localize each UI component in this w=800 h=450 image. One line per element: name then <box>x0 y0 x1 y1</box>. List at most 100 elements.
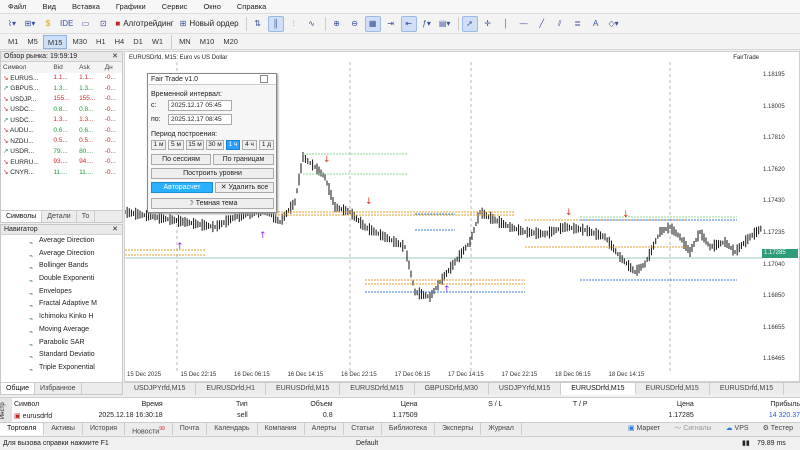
new-order-button[interactable]: ⊞ Новый ордер <box>178 16 241 32</box>
period-1m-button[interactable]: 1 м <box>151 140 166 150</box>
menu-insert[interactable]: Вставка <box>64 0 108 14</box>
chart-tab[interactable]: EURUSDrfd,M15 <box>710 383 785 395</box>
column-header[interactable]: Тип <box>163 399 248 410</box>
horizontal-line-icon[interactable]: — <box>516 16 532 32</box>
tab-library[interactable]: Библиотека <box>382 423 435 435</box>
tab-trade[interactable]: Торговля <box>0 423 45 435</box>
tab-mail[interactable]: Почта <box>173 423 208 435</box>
tab-alerts[interactable]: Алерты <box>305 423 345 435</box>
menu-window[interactable]: Окно <box>195 0 228 14</box>
candle-chart-icon[interactable]: ⫶ <box>286 16 302 32</box>
bar-chart-icon[interactable]: ║ <box>267 15 284 32</box>
text-icon[interactable]: A <box>588 16 604 32</box>
tab-common[interactable]: Общие <box>1 383 36 394</box>
to-date-input[interactable]: 2025.12.17 08:45 <box>168 114 232 125</box>
column-header[interactable]: Объем <box>248 399 332 410</box>
market-icon[interactable]: ⊡ <box>95 16 111 32</box>
tf-h4[interactable]: H4 <box>111 35 129 49</box>
column-header[interactable]: Дн <box>102 62 122 73</box>
autoscroll-icon[interactable]: ⇥ <box>383 16 399 32</box>
tab-symbols[interactable]: Символы <box>1 211 43 222</box>
table-row[interactable]: ↗ USDC... 1.3... 1.3... -0... <box>1 115 122 126</box>
chart-tab[interactable]: GBPUSDrfd,M30 <box>415 383 489 395</box>
tab-company[interactable]: Компания <box>258 423 305 435</box>
tab-journal[interactable]: Журнал <box>481 423 522 435</box>
depth-icon[interactable]: ⇅ <box>250 16 266 32</box>
tf-m1[interactable]: M1 <box>4 35 22 49</box>
chart-tab[interactable]: EURUSDrfd,M15 <box>636 383 710 395</box>
menu-view[interactable]: Вид <box>34 0 64 14</box>
column-header[interactable]: Цена <box>333 399 418 410</box>
navigator-item[interactable]: ⌁ Envelopes <box>1 286 122 299</box>
fibonacci-icon[interactable]: ≣ <box>570 16 586 32</box>
signals-button[interactable]: 〜 Сигналы <box>667 423 718 435</box>
line-chart-icon[interactable]: ∿ <box>304 16 320 32</box>
table-row[interactable]: ↘ USDJP... 155... 155... -0... <box>1 94 122 105</box>
navigator-item[interactable]: ⌁ Average Direction <box>1 248 122 261</box>
chart-tab[interactable]: EURUSDrfd,M15 <box>340 383 415 395</box>
column-header[interactable]: Символ <box>1 62 52 73</box>
tf-w1[interactable]: W1 <box>148 35 167 49</box>
period-15m-button[interactable]: 15 м <box>186 140 204 150</box>
vertical-line-icon[interactable]: │ <box>498 16 514 32</box>
column-header[interactable]: Символ <box>14 399 78 410</box>
trendline-icon[interactable]: ╱ <box>534 16 550 32</box>
menu-file[interactable]: Файл <box>0 0 34 14</box>
column-header[interactable]: T / P <box>503 399 588 410</box>
chart-tab[interactable]: USDJPYrfd,M15 <box>124 383 197 395</box>
build-levels-button[interactable]: Построить уровни <box>151 168 274 179</box>
tf-d1[interactable]: D1 <box>129 35 147 49</box>
period-30m-button[interactable]: 30 м <box>206 140 224 150</box>
tab-calendar[interactable]: Календарь <box>207 423 258 435</box>
period-1h-button[interactable]: 1 ч <box>226 140 240 150</box>
navigator-item[interactable]: ⌁ Moving Average <box>1 324 122 337</box>
chart-tab[interactable]: EURUSDrfd,M15 <box>561 383 636 395</box>
zoom-in-icon[interactable]: ⊕ <box>329 16 345 32</box>
tf-m10[interactable]: M10 <box>196 35 219 49</box>
chart-type-icon[interactable]: ⌇▾ <box>4 16 20 32</box>
table-row[interactable]: ↘ AUDU... 0.6... 0.6... -0... <box>1 125 122 136</box>
navigator-item[interactable]: ⌁ Standard Deviatio <box>1 349 122 362</box>
period-1d-button[interactable]: 1 д <box>259 140 274 150</box>
shapes-icon[interactable]: ◇▾ <box>606 16 622 32</box>
navigator-item[interactable]: ⌁ Bollinger Bands <box>1 260 122 273</box>
crosshair-icon[interactable]: ✛ <box>480 16 496 32</box>
by-sessions-button[interactable]: По сессиям <box>151 154 211 165</box>
dialog-checkbox[interactable] <box>260 75 268 83</box>
column-header[interactable]: Время <box>78 399 163 410</box>
menu-charts[interactable]: Графики <box>108 0 154 14</box>
close-icon[interactable]: ✕ <box>112 52 118 61</box>
auto-calc-button[interactable]: Авторасчет <box>151 182 213 193</box>
navigator-item[interactable]: ⌁ Average Direction <box>1 235 122 248</box>
navigator-item[interactable]: ⌁ Double Exponenti <box>1 273 122 286</box>
new-chart-icon[interactable]: ⊞▾ <box>22 16 38 32</box>
tab-history[interactable]: История <box>83 423 126 435</box>
navigator-item[interactable]: ⌁ Triple Exponential <box>1 362 122 375</box>
table-row[interactable]: ↘ USDC... 0.8... 0.8... -0... <box>1 104 122 115</box>
tab-details[interactable]: Детали <box>42 211 77 222</box>
menu-tools[interactable]: Сервис <box>154 0 196 14</box>
from-date-input[interactable]: 2025.12.17 05:45 <box>168 100 232 111</box>
ide-button[interactable]: IDE <box>58 16 75 32</box>
market-button[interactable]: ▣ Маркет <box>621 423 667 435</box>
menu-help[interactable]: Справка <box>229 0 274 14</box>
navigator-item[interactable]: ⌁ Ichimoku Kinko H <box>1 311 122 324</box>
tf-mn[interactable]: MN <box>175 35 195 49</box>
grid-icon[interactable]: ▦ <box>364 15 381 32</box>
column-header[interactable]: Цена <box>588 399 694 410</box>
navigator-icon[interactable]: ▭ <box>77 16 93 32</box>
table-row[interactable]: ↘ NZDU... 0.5... 0.5... -0... <box>1 136 122 147</box>
tab-favorites[interactable]: Избранное <box>35 383 82 394</box>
table-row[interactable]: ↗ USDR... 79.... 80.... -0... <box>1 146 122 157</box>
tab-articles[interactable]: Статьи <box>344 423 382 435</box>
channel-icon[interactable]: ⫽ <box>552 16 568 32</box>
table-row[interactable]: ↘ EURUS... 1.1... 1.1... -0... <box>1 73 122 84</box>
templates-icon[interactable]: ▤▾ <box>437 16 453 32</box>
delete-all-button[interactable]: ✕ Удалить все <box>215 182 274 193</box>
tf-m5[interactable]: M5 <box>23 35 41 49</box>
period-4h-button[interactable]: 4 ч <box>242 140 257 150</box>
table-row[interactable]: ▣ eurusdrfd 2025.12.18 16:30:18 sell 0.8… <box>14 410 800 421</box>
table-row[interactable]: ↘ EURRU... 93.... 94.... -0... <box>1 157 122 168</box>
vps-button[interactable]: ☁ VPS <box>719 423 756 435</box>
indicators-icon[interactable]: ƒ▾ <box>419 16 435 32</box>
